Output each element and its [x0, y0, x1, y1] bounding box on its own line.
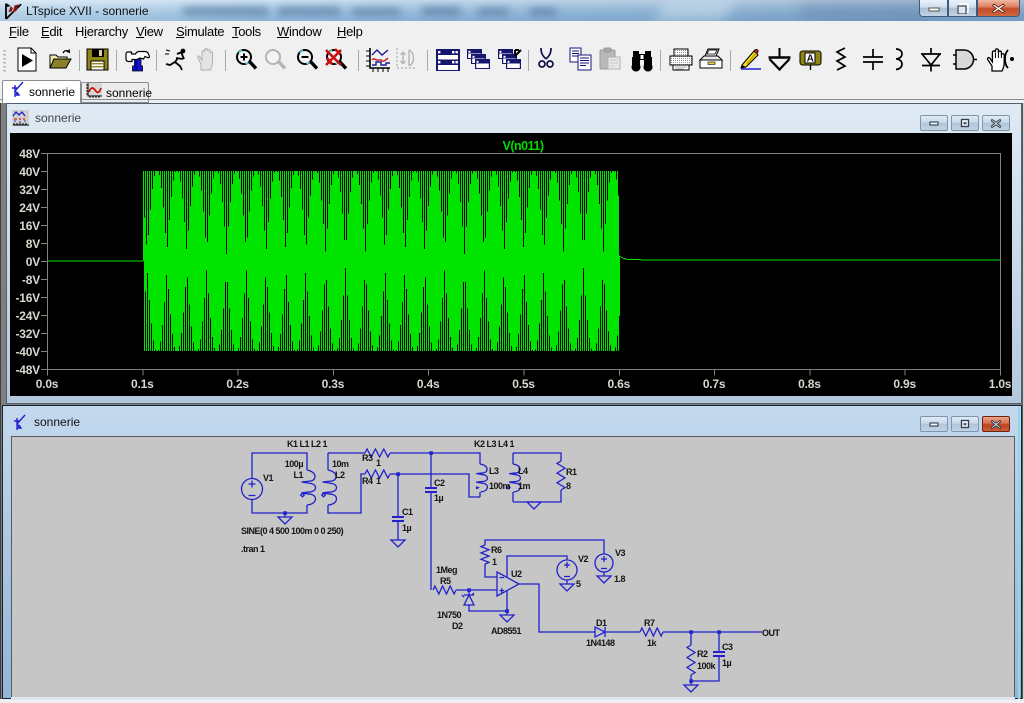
svg-text:L1: L1 — [293, 470, 303, 480]
svg-text:AD8551: AD8551 — [491, 626, 522, 636]
svg-text:1: 1 — [492, 557, 497, 567]
svg-text:R1: R1 — [566, 467, 577, 477]
svg-text:OUT: OUT — [762, 628, 781, 638]
svg-text:-40V: -40V — [15, 345, 40, 359]
svg-text:1µ: 1µ — [434, 493, 444, 503]
svg-text:K2 L3 L4 1: K2 L3 L4 1 — [474, 439, 515, 449]
svg-text:V2: V2 — [578, 554, 589, 564]
svg-text:1m: 1m — [518, 481, 531, 491]
svg-text:0V: 0V — [26, 255, 40, 269]
svg-text:100m: 100m — [489, 481, 511, 491]
svg-text:R6: R6 — [491, 545, 502, 555]
svg-text:R2: R2 — [697, 649, 708, 659]
svg-text:1N750: 1N750 — [437, 610, 462, 620]
svg-text:8: 8 — [566, 481, 571, 491]
svg-text:-32V: -32V — [15, 327, 40, 341]
svg-text:1µ: 1µ — [722, 658, 732, 668]
svg-text:-16V: -16V — [15, 291, 40, 305]
svg-text:V1: V1 — [263, 473, 274, 483]
svg-text:0.9s: 0.9s — [893, 377, 916, 391]
svg-text:D1: D1 — [596, 618, 607, 628]
svg-text:10m: 10m — [332, 459, 349, 469]
svg-text:1k: 1k — [647, 638, 658, 648]
svg-text:1Meg: 1Meg — [436, 565, 457, 575]
svg-text:0.2s: 0.2s — [226, 377, 249, 391]
svg-text:R5: R5 — [440, 576, 451, 586]
svg-text:C1: C1 — [402, 507, 413, 517]
svg-text:.tran 1: .tran 1 — [241, 544, 265, 554]
svg-text:0.3s: 0.3s — [322, 377, 345, 391]
svg-text:5: 5 — [576, 579, 581, 589]
svg-text:L4: L4 — [518, 466, 528, 476]
svg-text:V3: V3 — [615, 548, 626, 558]
svg-text:C2: C2 — [434, 478, 445, 488]
svg-text:K1 L1 L2 1: K1 L1 L2 1 — [287, 439, 328, 449]
svg-text:1.8: 1.8 — [614, 574, 626, 584]
svg-text:1.0s: 1.0s — [989, 377, 1012, 391]
svg-text:1N4148: 1N4148 — [586, 638, 615, 648]
svg-text:R3: R3 — [362, 453, 373, 463]
svg-text:-24V: -24V — [15, 309, 40, 323]
svg-text:L3: L3 — [489, 466, 499, 476]
svg-text:16V: 16V — [19, 219, 40, 233]
svg-text:48V: 48V — [19, 147, 40, 161]
svg-text:V(n011): V(n011) — [503, 139, 544, 153]
svg-text:0.4s: 0.4s — [417, 377, 440, 391]
svg-text:0.8s: 0.8s — [798, 377, 821, 391]
svg-text:24V: 24V — [19, 201, 40, 215]
svg-text:0.6s: 0.6s — [608, 377, 631, 391]
svg-text:1µ: 1µ — [402, 523, 412, 533]
svg-text:A: A — [807, 54, 814, 65]
svg-text:0.5s: 0.5s — [512, 377, 535, 391]
svg-text:L2: L2 — [335, 470, 345, 480]
svg-text:D2: D2 — [452, 621, 463, 631]
svg-text:0.0s: 0.0s — [36, 377, 59, 391]
svg-text:SINE(0 4 500 100m 0 0 250): SINE(0 4 500 100m 0 0 250) — [241, 526, 344, 536]
svg-text:40V: 40V — [19, 165, 40, 179]
svg-text:0.7s: 0.7s — [703, 377, 726, 391]
svg-text:C3: C3 — [722, 642, 733, 652]
svg-text:100k: 100k — [697, 661, 717, 671]
svg-text:1: 1 — [376, 476, 381, 486]
svg-text:1: 1 — [376, 458, 381, 468]
svg-text:8V: 8V — [26, 237, 40, 251]
svg-text:-8V: -8V — [22, 273, 40, 287]
svg-text:U2: U2 — [511, 569, 522, 579]
svg-text:32V: 32V — [19, 183, 40, 197]
svg-text:R4: R4 — [362, 476, 373, 486]
svg-text:-48V: -48V — [15, 363, 40, 377]
svg-text:0.1s: 0.1s — [131, 377, 154, 391]
svg-text:100µ: 100µ — [285, 459, 304, 469]
svg-text:R7: R7 — [644, 618, 655, 628]
